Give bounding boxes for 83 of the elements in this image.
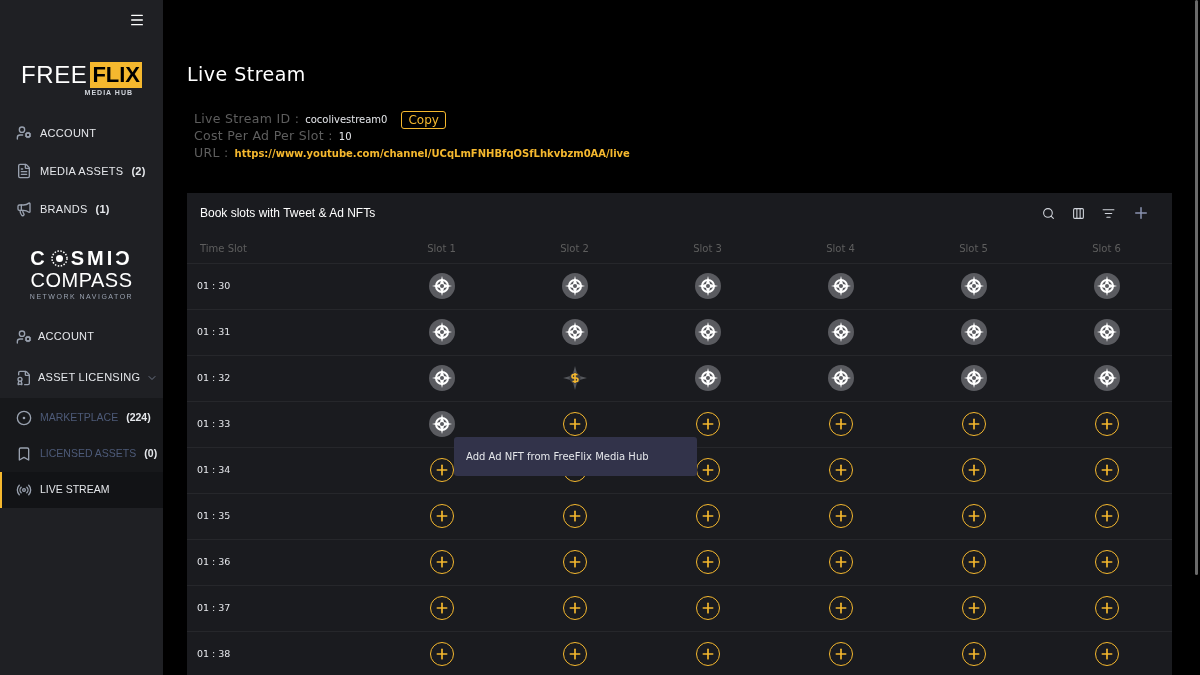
- compass-icon: [428, 273, 455, 299]
- compass-icon: [960, 273, 987, 299]
- info-label: Live Stream ID :: [194, 110, 300, 129]
- time-cell-text: 01 : 31: [196, 324, 232, 339]
- logo-text: COMPASS: [30, 268, 133, 293]
- sidebar-item[interactable]: LICENSED ASSETS (0): [0, 436, 163, 472]
- compass-icon: [960, 365, 987, 391]
- compass-icon: [561, 319, 588, 345]
- broadcast-icon: [16, 482, 32, 498]
- info-value: cocolivestream0: [305, 113, 388, 127]
- logo-text: C: [30, 248, 48, 268]
- sidebar-label: LIVE STREAM: [40, 482, 110, 498]
- column-header: Slot 3: [692, 241, 723, 256]
- compass-icon: [1093, 319, 1120, 345]
- time-cell-text: 01 : 38: [196, 646, 232, 661]
- time-cell-text: 01 : 30: [196, 278, 232, 293]
- sidebar-item[interactable]: MEDIA ASSETS (2): [0, 152, 163, 190]
- certificate-icon: [16, 369, 32, 386]
- info-value: 10: [338, 130, 352, 144]
- scrollbar[interactable]: [1195, 0, 1198, 575]
- stream-url-link[interactable]: https://www.youtube.com/channel/UCqLmFNHBfqOSfLhkvbzm0AA/live: [234, 146, 630, 161]
- compass-icon: [694, 319, 721, 345]
- copy-button[interactable]: Copy: [401, 110, 446, 129]
- compass-icon: [561, 273, 588, 299]
- sidebar-label: MARKETPLACE: [40, 410, 119, 426]
- sidebar-label: BRANDS: [40, 201, 88, 217]
- logo-text: FREE: [20, 63, 88, 87]
- menu-icon[interactable]: [129, 12, 145, 28]
- sidebar-item[interactable]: MARKETPLACE (224): [0, 400, 163, 436]
- sidebar-label: ACCOUNT: [38, 329, 96, 345]
- time-cell-text: 01 : 36: [196, 554, 232, 569]
- search-icon[interactable]: [1042, 206, 1055, 220]
- column-header: Slot 6: [1091, 241, 1122, 256]
- compass-icon: [827, 273, 854, 299]
- column-header: Slot 2: [559, 241, 590, 256]
- sidebar-item[interactable]: BRANDS (1): [0, 190, 163, 228]
- time-cell-text: 01 : 37: [196, 600, 232, 615]
- sidebar-item[interactable]: ASSET LICENSING: [0, 357, 163, 398]
- column-header: Slot 1: [426, 241, 457, 256]
- compass-icon: [428, 319, 455, 345]
- sidebar-label: LICENSED ASSETS: [40, 446, 137, 462]
- info-label: URL :: [194, 144, 229, 163]
- tooltip: Add Ad NFT from FreeFlix Media Hub: [454, 436, 697, 476]
- user-icon: [16, 125, 32, 141]
- logo-text: FLIX: [90, 62, 143, 88]
- megaphone-icon: [16, 201, 32, 217]
- sidebar-item[interactable]: LIVE STREAM: [0, 472, 163, 508]
- sidebar-item[interactable]: ACCOUNT: [0, 114, 163, 152]
- compass-icon: [428, 365, 455, 391]
- compass-icon: [827, 319, 854, 345]
- sidebar-label: ASSET LICENSING: [38, 370, 141, 386]
- page-title: Live Stream: [187, 62, 307, 87]
- sidebar-label: ACCOUNT: [40, 125, 97, 141]
- compass-icon: [428, 411, 455, 437]
- document-icon: [16, 163, 32, 179]
- time-cell-text: 01 : 35: [196, 508, 232, 523]
- card-title: Book slots with Tweet & Ad NFTs: [200, 205, 377, 222]
- count: (0): [144, 446, 158, 462]
- hub-icon: [16, 410, 32, 426]
- filter-icon[interactable]: [1102, 206, 1115, 220]
- time-cell-text: 01 : 33: [196, 416, 232, 431]
- sidebar-label: MEDIA ASSETS: [40, 163, 124, 179]
- logo-text: SMIƆ: [70, 248, 133, 268]
- count: (1): [95, 201, 110, 217]
- compass-icon: [694, 365, 721, 391]
- column-header: Slot 4: [825, 241, 856, 256]
- column-header: Time Slot: [199, 241, 248, 256]
- add-icon[interactable]: [1132, 204, 1150, 222]
- column-header: Slot 5: [958, 241, 989, 256]
- sidebar-item[interactable]: ACCOUNT: [0, 316, 163, 357]
- info-label: Cost Per Ad Per Slot :: [194, 127, 333, 146]
- columns-icon[interactable]: [1072, 206, 1085, 220]
- compass-icon: [960, 319, 987, 345]
- count: (224): [126, 410, 151, 426]
- compass-icon: [827, 365, 854, 391]
- time-cell-text: 01 : 32: [196, 370, 232, 385]
- count: (2): [131, 163, 146, 179]
- user-icon: [16, 328, 32, 345]
- time-cell-text: 01 : 34: [196, 462, 232, 477]
- compass-icon: [694, 273, 721, 299]
- bookmark-icon: [16, 446, 32, 462]
- compass-icon: [1093, 273, 1120, 299]
- compass-icon: [1093, 365, 1120, 391]
